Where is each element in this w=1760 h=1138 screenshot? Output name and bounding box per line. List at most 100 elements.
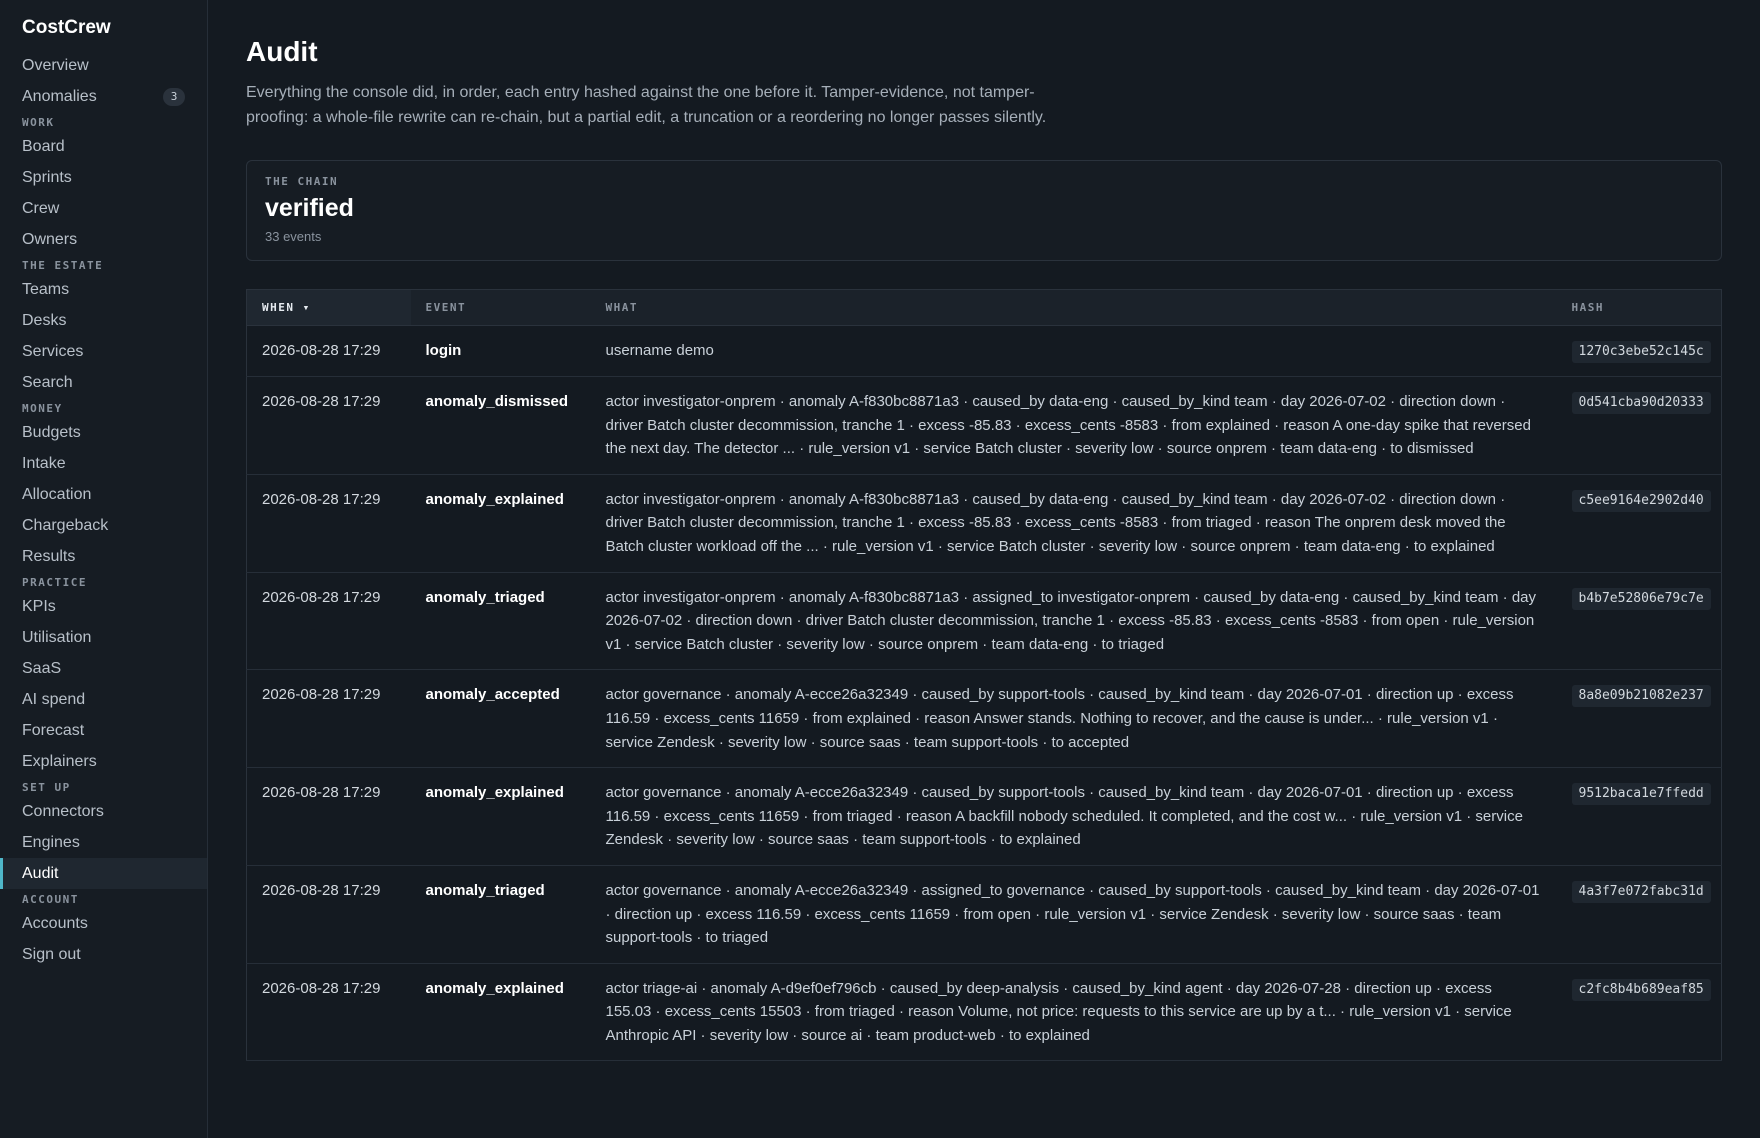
nav-group-label-money: MONEY <box>22 402 63 415</box>
event-cell: anomaly_triaged <box>410 865 591 964</box>
sidebar-item-engines[interactable]: Engines <box>0 827 207 858</box>
sidebar-item-results[interactable]: Results <box>0 541 207 572</box>
audit-table: WHEN ▾ EVENT WHAT HASH 2026-08-28 17:29 l… <box>246 289 1722 1062</box>
what-cell: actor investigator-onprem · anomaly A-f8… <box>590 376 1557 475</box>
hash-chip: 1270c3ebe52c145c <box>1571 341 1711 363</box>
sidebar-item-explainers[interactable]: Explainers <box>0 746 207 777</box>
event-cell: anomaly_dismissed <box>410 376 591 475</box>
nav-groups: WORK Board Sprints Crew Owners THE ESTATE Team… <box>0 112 207 970</box>
sidebar-item-label: Desks <box>22 312 67 329</box>
nav-group-label-the-estate: THE ESTATE <box>22 259 104 272</box>
sidebar-item-label: Allocation <box>22 486 92 503</box>
main-content: Audit Everything the console did, in ord… <box>208 0 1760 1138</box>
table-row: 2026-08-28 17:29 anomaly_explained actor i… <box>246 474 1722 573</box>
when-cell: 2026-08-28 17:29 <box>246 865 411 964</box>
when-cell: 2026-08-28 17:29 <box>246 669 411 769</box>
event-cell: login <box>410 325 591 377</box>
hash-chip: c5ee9164e2902d40 <box>1571 489 1711 512</box>
when-cell: 2026-08-28 17:29 <box>246 963 411 1062</box>
what-cell: actor investigator-onprem · anomaly A-f8… <box>590 474 1557 573</box>
chain-event-count: 33 events <box>265 229 322 244</box>
sidebar-item-ai-spend[interactable]: AI spend <box>0 684 207 715</box>
when-cell: 2026-08-28 17:29 <box>246 376 411 475</box>
sidebar-item-accounts[interactable]: Accounts <box>0 908 207 939</box>
nav-top: Overview Anomalies 3 <box>0 50 207 112</box>
what-cell: username demo <box>590 325 1557 377</box>
sidebar-item-desks[interactable]: Desks <box>0 305 207 336</box>
sidebar-item-label: AI spend <box>22 691 86 708</box>
column-header-what[interactable]: WHAT <box>590 289 1557 326</box>
hash-cell: c2fc8b4b689eaf85 <box>1556 963 1722 1062</box>
sidebar-item-overview[interactable]: Overview <box>0 50 207 81</box>
sidebar-item-label: Engines <box>22 834 80 851</box>
sidebar-item-board[interactable]: Board <box>0 131 207 162</box>
sidebar-item-chargeback[interactable]: Chargeback <box>0 510 207 541</box>
sidebar-item-label: Board <box>22 138 65 155</box>
hash-chip: 4a3f7e072fabc31d <box>1571 880 1711 903</box>
event-cell: anomaly_explained <box>410 767 591 866</box>
sidebar-item-label: Sprints <box>22 169 72 186</box>
sidebar-item-intake[interactable]: Intake <box>0 448 207 479</box>
sidebar-item-label: Accounts <box>22 915 88 932</box>
event-cell: anomaly_explained <box>410 963 591 1062</box>
what-cell: actor investigator-onprem · anomaly A-f8… <box>590 572 1557 671</box>
hash-cell: 1270c3ebe52c145c <box>1556 325 1722 377</box>
nav-group-label-set-up: SET UP <box>22 781 71 794</box>
when-cell: 2026-08-28 17:29 <box>246 767 411 866</box>
hash-chip: 8a8e09b21082e237 <box>1571 685 1711 708</box>
sidebar-item-kpis[interactable]: KPIs <box>0 591 207 622</box>
hash-chip: b4b7e52806e79c7e <box>1571 587 1711 610</box>
sidebar-item-services[interactable]: Services <box>0 336 207 367</box>
sidebar-item-anomalies[interactable]: Anomalies 3 <box>0 81 207 112</box>
sidebar-item-label: Anomalies <box>22 88 97 105</box>
sidebar-item-search[interactable]: Search <box>0 367 207 398</box>
chain-label: THE CHAIN <box>265 175 339 188</box>
sidebar-item-owners[interactable]: Owners <box>0 224 207 255</box>
sidebar-item-label: Sign out <box>22 946 81 963</box>
sidebar-item-teams[interactable]: Teams <box>0 274 207 305</box>
table-row: 2026-08-28 17:29 login username demo 1270c3… <box>246 325 1722 377</box>
sidebar: CostCrew Overview Anomalies 3 WORK Board Spr… <box>0 0 208 1138</box>
sidebar-item-label: Budgets <box>22 424 81 441</box>
sidebar-item-saas[interactable]: SaaS <box>0 653 207 684</box>
sidebar-item-label: KPIs <box>22 598 56 615</box>
sidebar-item-label: Connectors <box>22 803 104 820</box>
event-cell: anomaly_triaged <box>410 572 591 671</box>
sidebar-item-label: Services <box>22 343 84 360</box>
sidebar-item-label: Explainers <box>22 753 97 770</box>
page-description: Everything the console did, in order, ea… <box>246 84 1047 126</box>
table-row: 2026-08-28 17:29 anomaly_explained actor g… <box>246 767 1722 866</box>
chain-status-card: THE CHAIN verified 33 events <box>246 160 1722 261</box>
sidebar-item-sprints[interactable]: Sprints <box>0 162 207 193</box>
event-cell: anomaly_explained <box>410 474 591 573</box>
sidebar-item-allocation[interactable]: Allocation <box>0 479 207 510</box>
sidebar-item-label: Owners <box>22 231 78 248</box>
table-row: 2026-08-28 17:29 anomaly_explained actor t… <box>246 963 1722 1062</box>
sidebar-item-label: Search <box>22 374 73 391</box>
nav-group-label-account: ACCOUNT <box>22 893 79 906</box>
column-header-when[interactable]: WHEN ▾ <box>246 289 411 326</box>
hash-cell: 0d541cba90d20333 <box>1556 376 1722 475</box>
when-cell: 2026-08-28 17:29 <box>246 474 411 573</box>
anomalies-count-badge: 3 <box>163 87 185 106</box>
sidebar-item-label: Crew <box>22 200 60 217</box>
sidebar-item-label: Overview <box>22 57 89 74</box>
sidebar-item-utilisation[interactable]: Utilisation <box>0 622 207 653</box>
sidebar-item-crew[interactable]: Crew <box>0 193 207 224</box>
sidebar-item-label: Utilisation <box>22 629 92 646</box>
sidebar-item-sign-out[interactable]: Sign out <box>0 939 207 970</box>
sidebar-item-audit[interactable]: Audit <box>0 858 207 889</box>
sidebar-item-label: Intake <box>22 455 66 472</box>
sidebar-item-label: Forecast <box>22 722 85 739</box>
column-header-hash[interactable]: HASH <box>1556 289 1722 326</box>
column-header-event[interactable]: EVENT <box>410 289 591 326</box>
sidebar-item-budgets[interactable]: Budgets <box>0 417 207 448</box>
sidebar-item-forecast[interactable]: Forecast <box>0 715 207 746</box>
hash-cell: 9512baca1e7ffedd <box>1556 767 1722 866</box>
what-cell: actor triage-ai · anomaly A-d9ef0ef796cb… <box>590 963 1557 1062</box>
hash-chip: 9512baca1e7ffedd <box>1571 783 1711 806</box>
app-logo[interactable]: CostCrew <box>0 16 207 40</box>
sidebar-item-connectors[interactable]: Connectors <box>0 796 207 827</box>
nav-group-label-practice: PRACTICE <box>22 576 87 589</box>
sidebar-item-label: Results <box>22 548 76 565</box>
